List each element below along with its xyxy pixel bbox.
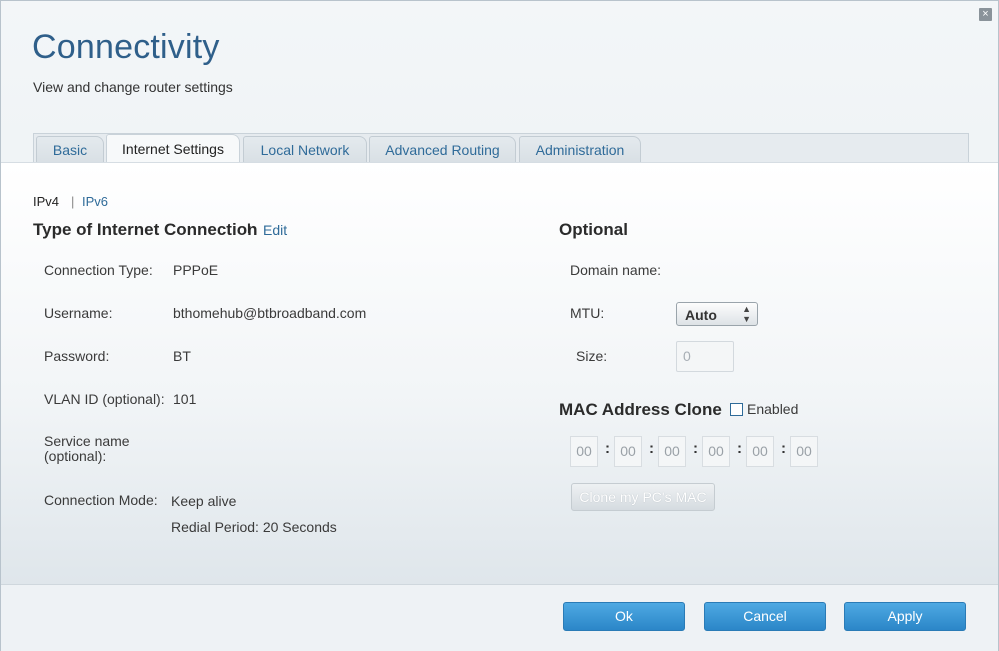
ok-button[interactable]: Ok bbox=[563, 602, 685, 631]
mac-octet-4[interactable]: 00 bbox=[702, 436, 730, 467]
mac-separator: : bbox=[649, 440, 654, 457]
ipv4-link[interactable]: IPv4 bbox=[33, 194, 59, 209]
connection-type-label: Connection Type: bbox=[44, 262, 153, 278]
connection-mode-value: Keep alive bbox=[171, 493, 237, 509]
tab-advanced-routing[interactable]: Advanced Routing bbox=[369, 136, 516, 164]
redial-period: Redial Period: 20 Seconds bbox=[171, 519, 337, 535]
tab-basic[interactable]: Basic bbox=[36, 136, 104, 164]
mac-octet-1[interactable]: 00 bbox=[570, 436, 598, 467]
size-label: Size: bbox=[576, 348, 608, 364]
dialog-header: Connectivity View and change router sett… bbox=[1, 1, 998, 131]
optional-heading: Optional bbox=[559, 220, 628, 239]
mac-separator: : bbox=[781, 440, 786, 457]
connection-mode-label: Connection Mode: bbox=[44, 492, 158, 508]
mac-separator: : bbox=[693, 440, 698, 457]
heading-separator: I bbox=[247, 220, 251, 236]
size-input[interactable]: 0 bbox=[676, 341, 734, 372]
tab-bar: Basic Internet Settings Local Network Ad… bbox=[33, 133, 969, 164]
ip-separator: | bbox=[71, 194, 75, 209]
page-subtitle: View and change router settings bbox=[33, 79, 233, 95]
connection-type-heading: Type of Internet Connection bbox=[33, 220, 258, 239]
select-arrows-icon: ▲ ▼ bbox=[742, 304, 751, 324]
password-value: BT bbox=[173, 348, 191, 364]
password-label: Password: bbox=[44, 348, 110, 364]
edit-link[interactable]: Edit bbox=[263, 222, 287, 238]
mac-octet-5[interactable]: 00 bbox=[746, 436, 774, 467]
domain-name-label: Domain name: bbox=[570, 262, 662, 278]
apply-button[interactable]: Apply bbox=[844, 602, 966, 631]
cancel-button[interactable]: Cancel bbox=[704, 602, 826, 631]
mac-clone-enabled-checkbox[interactable] bbox=[730, 403, 743, 416]
connection-type-value: PPPoE bbox=[173, 262, 219, 278]
vlan-id-label: VLAN ID (optional): bbox=[44, 391, 165, 407]
tab-local-network[interactable]: Local Network bbox=[243, 136, 367, 164]
close-icon[interactable]: × bbox=[979, 8, 992, 21]
service-name-label: Service name (optional): bbox=[44, 433, 130, 464]
mtu-select[interactable]: Auto ▲ ▼ bbox=[676, 302, 758, 326]
clone-mac-button[interactable]: Clone my PC's MAC bbox=[571, 483, 715, 511]
page-title: Connectivity bbox=[32, 28, 220, 66]
mac-clone-heading: MAC Address Clone bbox=[559, 400, 722, 419]
mac-octet-2[interactable]: 00 bbox=[614, 436, 642, 467]
username-label: Username: bbox=[44, 305, 113, 321]
mac-octet-3[interactable]: 00 bbox=[658, 436, 686, 467]
ipv6-link[interactable]: IPv6 bbox=[82, 194, 108, 209]
vlan-id-value: 101 bbox=[173, 391, 197, 407]
mac-separator: : bbox=[737, 440, 742, 457]
mtu-select-value: Auto bbox=[685, 307, 717, 323]
mac-octet-6[interactable]: 00 bbox=[790, 436, 818, 467]
tab-internet-settings[interactable]: Internet Settings bbox=[106, 134, 240, 164]
mac-clone-enabled-label: Enabled bbox=[747, 401, 799, 417]
tab-administration[interactable]: Administration bbox=[519, 136, 641, 164]
username-value: bthomehub@btbroadband.com bbox=[173, 305, 367, 321]
mtu-label: MTU: bbox=[570, 305, 605, 321]
mac-separator: : bbox=[605, 440, 610, 457]
connectivity-dialog: Connectivity View and change router sett… bbox=[0, 0, 999, 651]
